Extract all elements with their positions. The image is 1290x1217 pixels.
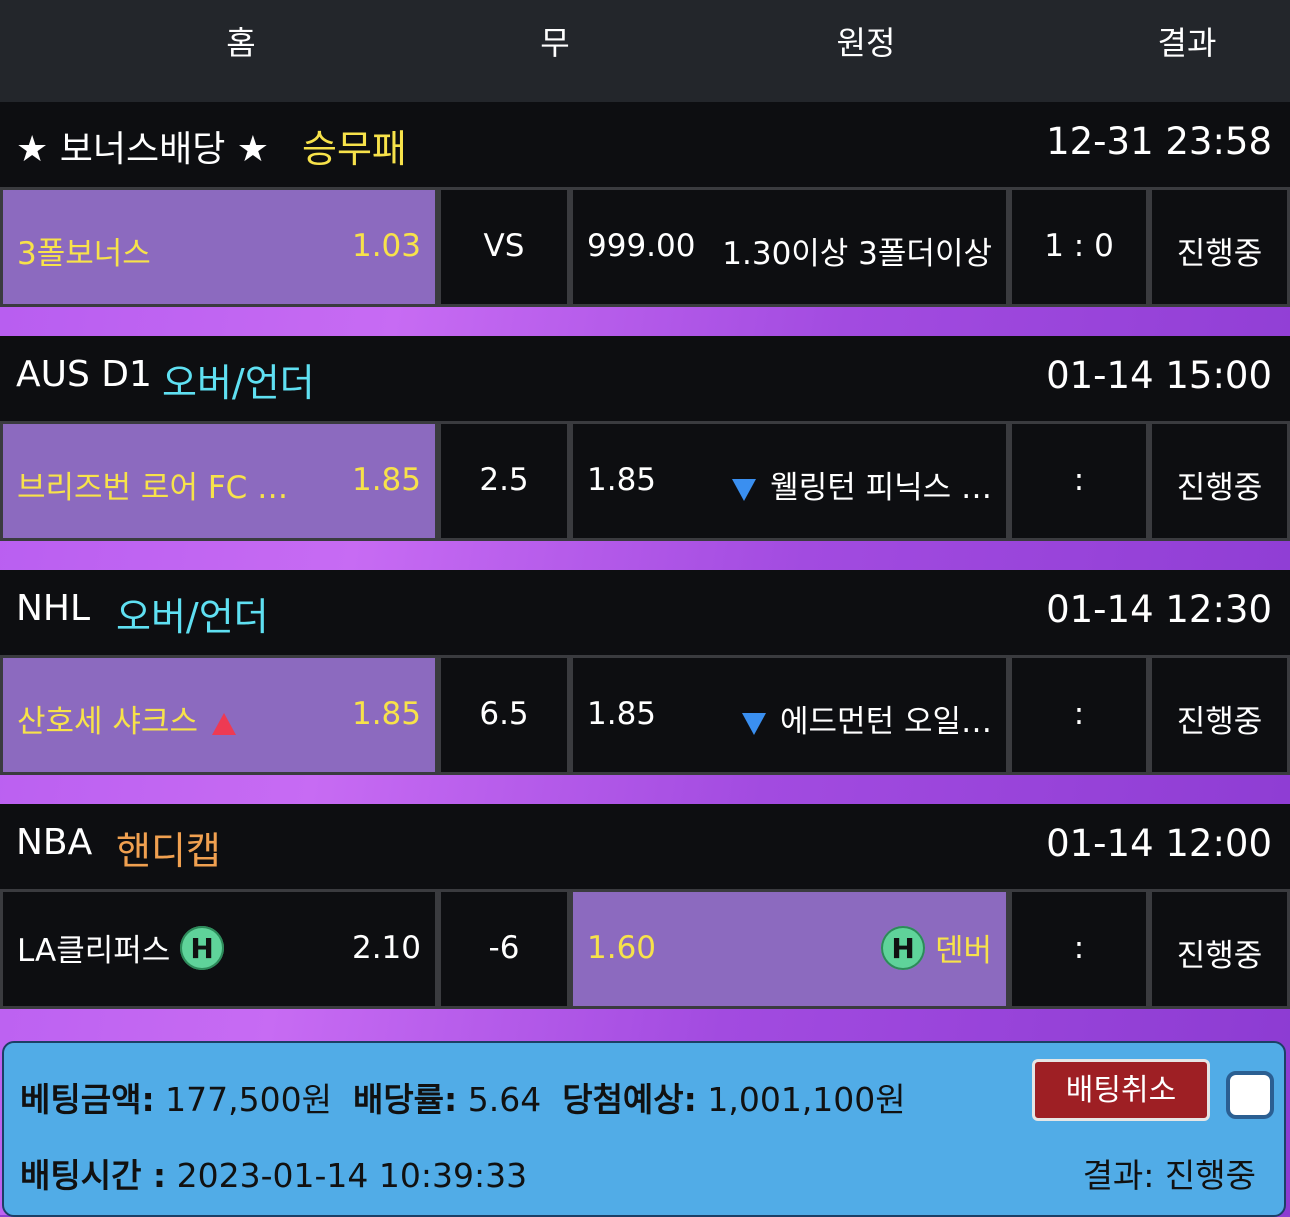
market-label: 승무패 [302,127,407,171]
score: : [1073,930,1085,966]
expected-value: 1,001,100원 [707,1080,906,1119]
rate-value: 5.64 [467,1080,542,1119]
bet-row: LA클리퍼스 H 2.10 -6 1.60 H 덴버 : 진행중 [0,889,1290,1009]
handicap-cell[interactable]: VS [441,190,567,304]
handicap-value: 6.5 [479,696,529,732]
bet-title-bar: ★ 보너스배당 ★ 승무패 12-31 23:58 [0,102,1290,187]
bet-row: 산호세 샤크스 1.85 6.5 1.85 에드먼턴 오일… : 진행중 [0,655,1290,775]
bet-time-label: 배팅시간 : [20,1156,167,1195]
down-arrow-icon [732,478,757,501]
away-team: 1.30이상 3폴더이상 [722,236,992,272]
header-away: 원정 [836,24,896,62]
home-badge-icon: H [180,925,225,970]
summary-line-1: 베팅금액: 177,500원 배당률: 5.64 당첨예상: 1,001,100… [20,1073,906,1121]
home-odds: 1.85 [351,462,421,498]
amount-value: 177,500원 [165,1080,332,1119]
away-odds: 999.00 [587,228,696,264]
handicap-value: VS [483,228,525,264]
away-odds: 1.85 [587,462,657,498]
result-label: 결과: [1082,1156,1155,1195]
away-cell[interactable]: 1.85 웰링턴 피닉스 … [573,424,1006,538]
home-cell[interactable]: 브리즈번 로어 FC … 1.85 [3,424,435,538]
home-team: 3폴보너스 [17,236,151,272]
header-home: 홈 [226,24,256,62]
result-value: 진행중 [1164,1156,1256,1195]
summary-line-2: 배팅시간 : 2023-01-14 10:39:33 [20,1149,527,1197]
home-odds: 2.10 [351,930,421,966]
bet-title-bar: AUS D1 오버/언더 01-14 15:00 [0,336,1290,421]
status: 진행중 [1176,236,1263,272]
score: : [1073,462,1085,498]
score-cell: : [1012,658,1146,772]
status-cell: 진행중 [1152,658,1287,772]
home-odds: 1.03 [351,228,421,264]
bet-row: 브리즈번 로어 FC … 1.85 2.5 1.85 웰링턴 피닉스 … : 진… [0,421,1290,541]
away-cell[interactable]: 1.85 에드먼턴 오일… [573,658,1006,772]
home-team: 산호세 샤크스 [17,704,198,740]
match-time: 01-14 12:00 [1046,822,1272,865]
home-cell[interactable]: 3폴보너스 1.03 [3,190,435,304]
bet-summary-panel: 베팅금액: 177,500원 배당률: 5.64 당첨예상: 1,001,100… [2,1041,1286,1217]
handicap-cell[interactable]: 6.5 [441,658,567,772]
score-cell: : [1012,424,1146,538]
bet-title-bar: NBA 핸디캡 01-14 12:00 [0,804,1290,889]
score-cell: : [1012,892,1146,1006]
bet-section: AUS D1 오버/언더 01-14 15:00 브리즈번 로어 FC … 1.… [0,336,1290,541]
amount-label: 베팅금액: [20,1080,155,1119]
market-label: 핸디캡 [116,829,221,873]
bet-title-bar: NHL 오버/언더 01-14 12:30 [0,570,1290,655]
match-time: 01-14 15:00 [1046,354,1272,397]
away-cell[interactable]: 999.00 1.30이상 3폴더이상 [573,190,1006,304]
home-odds: 1.85 [351,696,421,732]
header-result: 결과 [1157,24,1217,62]
away-team: 웰링턴 피닉스 … [770,470,992,506]
status-cell: 진행중 [1152,424,1287,538]
status: 진행중 [1176,470,1263,506]
handicap-value: -6 [488,930,520,966]
score-cell: 1 : 0 [1012,190,1146,304]
handicap-cell[interactable]: 2.5 [441,424,567,538]
away-team: 에드먼턴 오일… [780,704,992,740]
up-arrow-icon [211,712,236,735]
home-team: LA클리퍼스 [17,933,171,969]
cancel-bet-button[interactable]: 배팅취소 [1032,1059,1210,1121]
bet-time-value: 2023-01-14 10:39:33 [176,1156,528,1195]
bet-row: 3폴보너스 1.03 VS 999.00 1.30이상 3폴더이상 1 : 0 … [0,187,1290,307]
home-cell[interactable]: 산호세 샤크스 1.85 [3,658,435,772]
handicap-value: 2.5 [479,462,529,498]
league-label: NBA [16,822,93,863]
away-odds: 1.85 [587,696,657,732]
away-cell[interactable]: 1.60 H 덴버 [573,892,1006,1006]
home-cell[interactable]: LA클리퍼스 H 2.10 [3,892,435,1006]
league-label: AUS D1 [16,354,152,395]
match-time: 12-31 23:58 [1046,120,1272,163]
status-cell: 진행중 [1152,892,1287,1006]
score: : [1073,696,1085,732]
status-cell: 진행중 [1152,190,1287,304]
bet-section: ★ 보너스배당 ★ 승무패 12-31 23:58 3폴보너스 1.03 VS … [0,102,1290,307]
down-arrow-icon [742,712,767,735]
status: 진행중 [1176,704,1263,740]
column-header: 홈 무 원정 결과 [0,0,1290,102]
summary-result: 결과: 진행중 [1083,1149,1256,1197]
bet-section: NBA 핸디캡 01-14 12:00 LA클리퍼스 H 2.10 -6 1.6… [0,804,1290,1009]
expected-label: 당첨예상: [562,1080,697,1119]
home-team: 브리즈번 로어 FC … [17,470,289,506]
market-label: 오버/언더 [116,595,269,639]
select-checkbox[interactable] [1226,1071,1274,1119]
away-badge-icon: H [881,925,926,970]
away-odds: 1.60 [587,930,657,966]
away-team: 덴버 [934,933,992,969]
handicap-cell[interactable]: -6 [441,892,567,1006]
market-label: 오버/언더 [162,361,315,405]
bet-section: NHL 오버/언더 01-14 12:30 산호세 샤크스 1.85 6.5 1… [0,570,1290,775]
rate-label: 배당률: [352,1080,458,1119]
score: 1 : 0 [1044,228,1114,264]
header-draw: 무 [540,24,570,62]
status: 진행중 [1176,938,1263,974]
match-time: 01-14 12:30 [1046,588,1272,631]
league-label: ★ 보너스배당 ★ [16,129,270,170]
league-label: NHL [16,588,91,629]
